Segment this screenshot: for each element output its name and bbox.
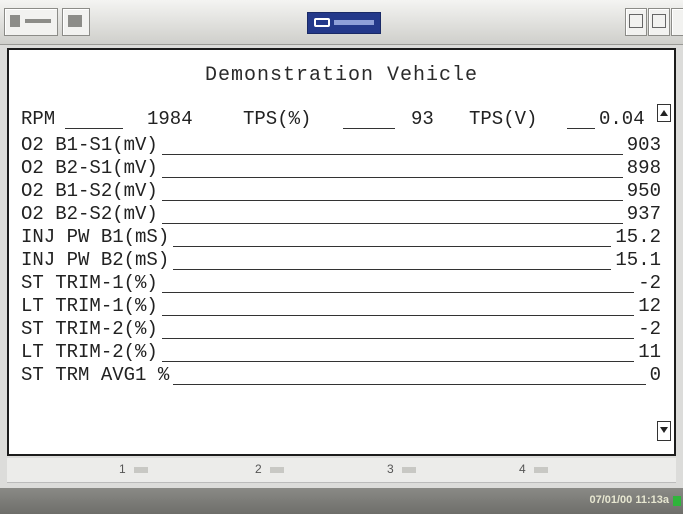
status-led [673,496,681,506]
data-row[interactable]: ST TRIM-1(%) -2 [21,272,661,296]
data-row[interactable]: O2 B1-S2(mV) 950 [21,180,661,204]
toolbar [0,0,683,45]
status-bar: 07/01/00 11:13a [0,488,683,514]
row-leader-line [173,384,646,385]
tps-v-label: TPS(V) [469,108,538,130]
scroll-down-icon[interactable] [657,421,671,441]
data-row[interactable]: LT TRIM-2(%) 11 [21,341,661,365]
row-label: INJ PW B2(mS) [21,249,170,271]
row-leader-line [162,292,634,293]
header-row: RPM 1984 TPS(%) 93 TPS(V) 0.04 [21,108,661,132]
row-value: -2 [638,318,661,340]
row-leader-line [173,269,611,270]
row-leader-line [162,223,623,224]
tab-label: 3 [387,462,394,476]
row-label: LT TRIM-1(%) [21,295,158,317]
row-value: 903 [626,134,661,156]
row-value: 15.1 [615,249,661,271]
row-label: ST TRIM-1(%) [21,272,158,294]
row-value: 898 [626,157,661,179]
row-value: 15.2 [615,226,661,248]
row-value: -2 [638,272,661,294]
scroll-up-icon[interactable] [657,104,671,122]
tps-v-value: 0.04 [599,108,645,130]
row-leader-line [162,200,623,201]
row-value: 937 [626,203,661,225]
tps-pct-value: 93 [411,108,434,130]
row-label: LT TRIM-2(%) [21,341,158,363]
data-row[interactable]: O2 B1-S1(mV) 903 [21,134,661,158]
tab-label: 4 [519,462,526,476]
row-leader-line [162,361,634,362]
data-row[interactable]: INJ PW B1(mS) 15.2 [21,226,661,250]
data-row[interactable]: O2 B2-S1(mV) 898 [21,157,661,181]
row-leader-line [162,338,634,339]
row-value: 950 [626,180,661,202]
row-leader-line [162,154,623,155]
scanner-screen: Demonstration Vehicle RPM 1984 TPS(%) 93… [0,0,683,514]
data-list-panel: Demonstration Vehicle RPM 1984 TPS(%) 93… [7,48,676,456]
toolbar-grid-icon[interactable] [62,8,90,36]
row-value: 0 [649,364,661,386]
row-value: 11 [638,341,661,363]
tps-pct-label: TPS(%) [243,108,312,130]
row-label: INJ PW B1(mS) [21,226,170,248]
row-label: O2 B2-S1(mV) [21,157,158,179]
data-row[interactable]: ST TRIM-2(%) -2 [21,318,661,342]
toolbar-menu-icon[interactable] [4,8,58,36]
print-icon[interactable] [648,8,670,36]
rpm-value: 1984 [147,108,193,130]
tab-1[interactable]: 1 [119,462,148,476]
row-leader-line [162,315,634,316]
page-title: Demonstration Vehicle [204,64,479,87]
row-label: O2 B1-S2(mV) [21,180,158,202]
row-label: O2 B1-S1(mV) [21,134,158,156]
tab-3[interactable]: 3 [387,462,416,476]
row-leader-line [162,177,623,178]
data-row[interactable]: O2 B2-S2(mV) 937 [21,203,661,227]
data-row[interactable]: INJ PW B2(mS) 15.1 [21,249,661,273]
row-label: O2 B2-S2(mV) [21,203,158,225]
page-tabs: 1 2 3 4 [7,458,676,483]
status-datetime: 07/01/00 11:13a [589,494,669,506]
tab-label: 1 [119,462,126,476]
tab-4[interactable]: 4 [519,462,548,476]
tab-label: 2 [255,462,262,476]
tab-2[interactable]: 2 [255,462,284,476]
row-leader-line [173,246,611,247]
data-row[interactable]: ST TRM AVG1 % 0 [21,364,661,388]
row-label: ST TRM AVG1 % [21,364,170,386]
row-value: 12 [638,295,661,317]
scanner-logo [307,12,381,34]
row-label: ST TRIM-2(%) [21,318,158,340]
page-icon[interactable] [671,8,683,36]
rpm-label: RPM [21,108,56,130]
window-icon[interactable] [625,8,647,36]
data-row[interactable]: LT TRIM-1(%) 12 [21,295,661,319]
